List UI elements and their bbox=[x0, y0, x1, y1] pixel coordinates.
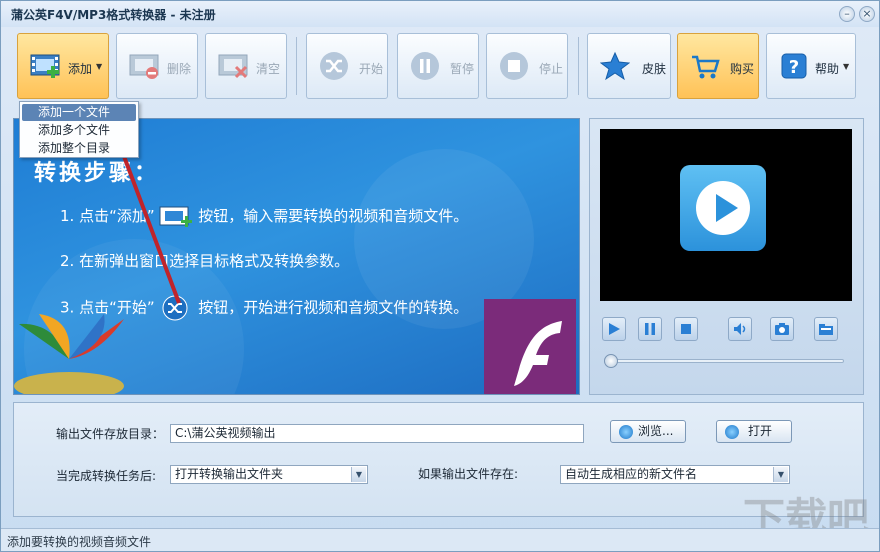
film-clear-icon bbox=[218, 54, 248, 79]
speaker-icon bbox=[734, 323, 746, 335]
play-icon bbox=[609, 323, 620, 335]
menu-item-add-multiple-files[interactable]: 添加多个文件 bbox=[22, 122, 136, 139]
if-exists-value: 自动生成相应的新文件名 bbox=[565, 467, 698, 481]
seek-bar[interactable] bbox=[610, 359, 844, 363]
browse-button[interactable]: 浏览... bbox=[610, 420, 686, 443]
delete-button-label: 删除 bbox=[167, 62, 192, 76]
help-button-label: 帮助 bbox=[815, 62, 840, 76]
add-dropdown-menu: 添加一个文件 添加多个文件 添加整个目录 bbox=[19, 101, 139, 158]
if-exists-label: 如果输出文件存在: bbox=[418, 467, 519, 481]
chevron-down-icon: ▼ bbox=[351, 467, 366, 482]
instructions-banner: 转换步骤： 1. 点击“添加” 按钮，输入需要转换的视频和音频文件。 2. 在新… bbox=[13, 118, 580, 395]
add-button-label: 添加 bbox=[68, 62, 93, 76]
after-complete-label: 当完成转换任务后: bbox=[56, 469, 157, 483]
title-bar: 蒲公英F4V/MP3格式转换器 - 未注册 – × bbox=[1, 1, 879, 27]
window-title: 蒲公英F4V/MP3格式转换器 - 未注册 bbox=[11, 8, 216, 22]
chevron-down-icon: ▼ bbox=[773, 467, 788, 482]
pause-icon bbox=[411, 52, 439, 80]
if-exists-select[interactable]: 自动生成相应的新文件名 ▼ bbox=[560, 465, 790, 484]
open-folder-button[interactable] bbox=[814, 317, 838, 341]
toolbar-divider bbox=[296, 37, 297, 95]
after-complete-select[interactable]: 打开转换输出文件夹 ▼ bbox=[170, 465, 368, 484]
stop-icon bbox=[681, 324, 691, 334]
start-button-label: 开始 bbox=[359, 62, 384, 76]
start-button[interactable]: 开始 bbox=[306, 33, 388, 99]
stop-player-button[interactable] bbox=[674, 317, 698, 341]
status-text: 添加要转换的视频音频文件 bbox=[7, 535, 152, 549]
app-window: 蒲公英F4V/MP3格式转换器 - 未注册 – × 添加 ▼ 删除 清空 开始 … bbox=[0, 0, 880, 552]
stop-icon bbox=[500, 52, 528, 80]
menu-item-add-one-file[interactable]: 添加一个文件 bbox=[22, 104, 136, 121]
camera-icon bbox=[775, 323, 789, 335]
play-large-icon[interactable] bbox=[680, 165, 766, 251]
status-bar: 添加要转换的视频音频文件 bbox=[1, 528, 879, 551]
seek-handle[interactable] bbox=[604, 354, 618, 368]
shuffle-icon bbox=[320, 52, 348, 80]
help-button[interactable]: ? 帮助 ▼ bbox=[766, 33, 856, 99]
output-dir-label: 输出文件存放目录： bbox=[56, 427, 165, 441]
buy-button-label: 购买 bbox=[730, 62, 755, 76]
snapshot-button[interactable] bbox=[770, 317, 794, 341]
stop-button[interactable]: 停止 bbox=[486, 33, 568, 99]
star-icon bbox=[600, 51, 630, 81]
browse-button-label: 浏览... bbox=[638, 424, 674, 438]
help-icon: ? bbox=[781, 53, 807, 79]
step-3-text-after: 按钮，开始进行视频和音频文件的转换。 bbox=[198, 298, 469, 317]
skin-button-label: 皮肤 bbox=[642, 62, 667, 76]
clear-button[interactable]: 清空 bbox=[205, 33, 287, 99]
chevron-down-icon: ▼ bbox=[96, 62, 103, 71]
clear-button-label: 清空 bbox=[256, 62, 281, 76]
open-button-label: 打开 bbox=[748, 424, 773, 438]
open-icon bbox=[725, 425, 739, 439]
after-complete-value: 打开转换输出文件夹 bbox=[175, 467, 284, 481]
menu-item-add-folder[interactable]: 添加整个目录 bbox=[22, 140, 136, 157]
browse-icon bbox=[619, 425, 633, 439]
preview-panel bbox=[589, 118, 864, 395]
film-add-icon bbox=[30, 54, 60, 78]
close-button[interactable]: × bbox=[859, 6, 875, 22]
app-logo-icon bbox=[14, 314, 124, 394]
chevron-down-icon: ▼ bbox=[843, 62, 850, 71]
skin-button[interactable]: 皮肤 bbox=[587, 33, 671, 99]
play-button[interactable] bbox=[602, 317, 626, 341]
pause-icon bbox=[645, 323, 655, 335]
folder-icon bbox=[819, 324, 833, 335]
video-screen bbox=[600, 129, 852, 301]
delete-button[interactable]: 删除 bbox=[116, 33, 198, 99]
pause-button[interactable]: 暂停 bbox=[397, 33, 479, 99]
annotation-arrow bbox=[109, 133, 181, 304]
add-button[interactable]: 添加 ▼ bbox=[17, 33, 109, 99]
output-dir-field[interactable]: C:\蒲公英视频输出 bbox=[170, 424, 584, 443]
pause-button-label: 暂停 bbox=[450, 62, 475, 76]
step-1-text-after: 按钮，输入需要转换的视频和音频文件。 bbox=[198, 207, 469, 225]
buy-button[interactable]: 购买 bbox=[677, 33, 759, 99]
pause-player-button[interactable] bbox=[638, 317, 662, 341]
settings-panel: 输出文件存放目录： C:\蒲公英视频输出 浏览... 打开 当完成转换任务后: … bbox=[13, 402, 864, 517]
film-delete-icon bbox=[129, 54, 159, 79]
toolbar-divider bbox=[578, 37, 579, 95]
cart-icon bbox=[692, 55, 720, 79]
minimize-button[interactable]: – bbox=[839, 6, 855, 22]
volume-button[interactable] bbox=[728, 317, 752, 341]
stop-button-label: 停止 bbox=[539, 62, 564, 76]
svg-text:?: ? bbox=[789, 57, 799, 78]
open-button[interactable]: 打开 bbox=[716, 420, 792, 443]
